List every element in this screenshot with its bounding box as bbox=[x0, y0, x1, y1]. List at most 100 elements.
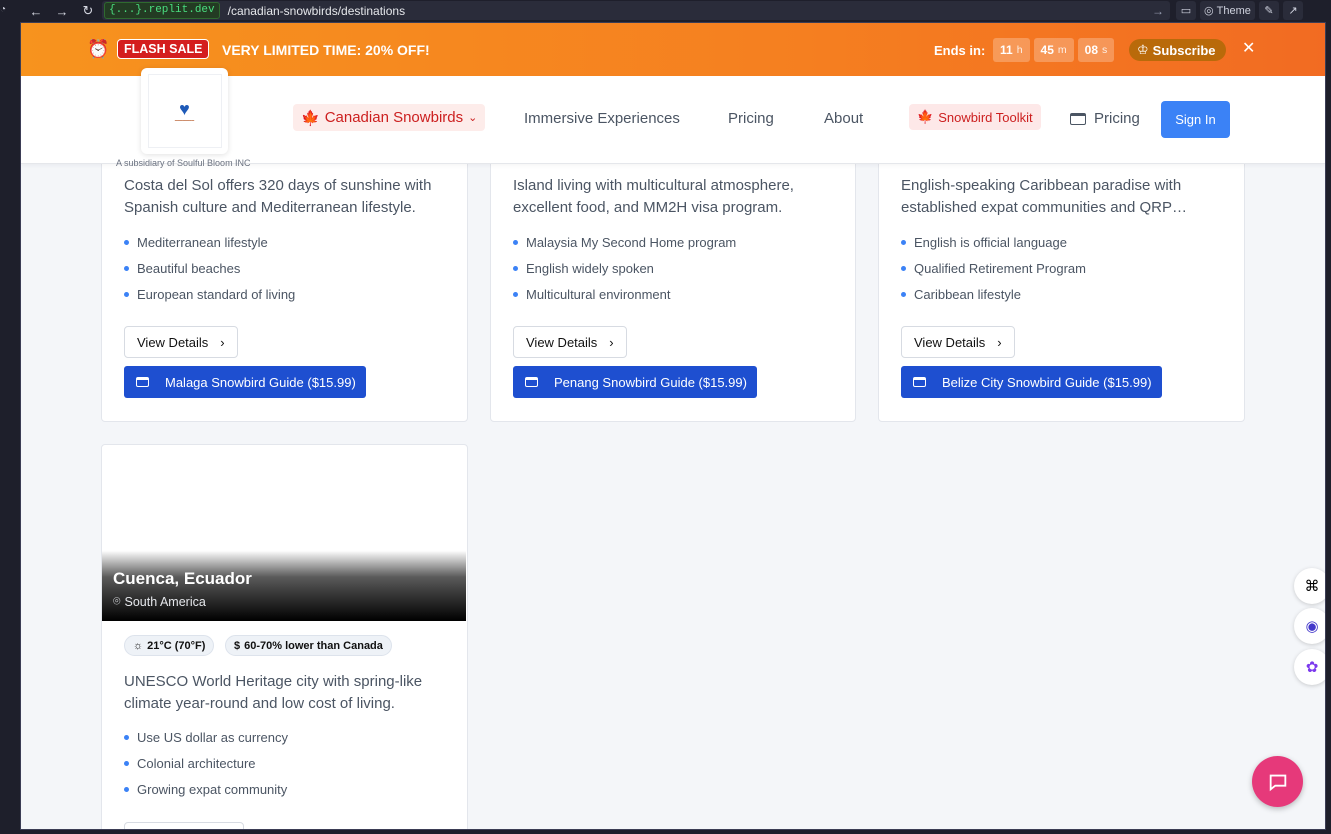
back-icon[interactable]: ← bbox=[28, 4, 44, 19]
temperature-label: 21°C (70°F) bbox=[147, 639, 206, 652]
chat-button[interactable] bbox=[1252, 756, 1303, 807]
logo-mark: ━━━━━━━━ bbox=[174, 117, 195, 123]
guide-purchase-button[interactable]: Belize City Snowbird Guide ($15.99) bbox=[901, 366, 1162, 398]
guide-purchase-button[interactable]: Penang Snowbird Guide ($15.99) bbox=[513, 366, 757, 398]
card-description: English-speaking Caribbean paradise with… bbox=[901, 177, 1187, 216]
list-item: Beautiful beaches bbox=[124, 256, 295, 282]
list-item: Colonial architecture bbox=[124, 751, 288, 777]
close-icon[interactable]: ✕ bbox=[1242, 38, 1255, 58]
subsidiary-text: A subsidiary of Soulful Bloom INC bbox=[116, 158, 251, 168]
browser-nav: ← → ↻ bbox=[0, 3, 96, 19]
flash-sale-badge: FLASH SALE bbox=[117, 39, 210, 59]
chevron-right-icon: › bbox=[609, 334, 614, 350]
guide-button-label: Malaga Snowbird Guide ($15.99) bbox=[165, 374, 356, 390]
minutes-unit: m bbox=[1057, 44, 1067, 56]
list-item: European standard of living bbox=[124, 281, 295, 307]
seconds-unit: s bbox=[1102, 44, 1108, 56]
nav-canadian-snowbirds-label: Canadian Snowbirds bbox=[324, 109, 464, 126]
list-item: Growing expat community bbox=[124, 776, 288, 802]
browser-actions: ▭ ◎ Theme ✎ ↗ bbox=[1176, 1, 1303, 20]
nav-pricing-secondary-label: Pricing bbox=[1094, 110, 1140, 127]
feature-list: Use US dollar as currency Colonial archi… bbox=[124, 725, 288, 802]
command-icon[interactable]: ⌘ bbox=[1294, 568, 1325, 604]
nav-canadian-snowbirds[interactable]: 🍁 Canadian Snowbirds ⌄ bbox=[293, 104, 486, 131]
destination-card-penang: Island living with multicultural atmosph… bbox=[490, 143, 856, 422]
credit-card-icon bbox=[913, 377, 926, 387]
left-sidebar-strip bbox=[0, 22, 20, 834]
view-details-button[interactable]: View Details › bbox=[901, 326, 1015, 358]
list-item: Qualified Retirement Program bbox=[901, 256, 1086, 282]
chevron-down-icon: ⌄ bbox=[468, 112, 478, 124]
nav-pricing[interactable]: Pricing bbox=[728, 110, 774, 127]
nav-toolkit-label: Snowbird Toolkit bbox=[938, 109, 1033, 125]
view-details-label: View Details bbox=[526, 334, 598, 350]
forward-icon[interactable]: → bbox=[54, 4, 70, 19]
assistant-icon[interactable]: ◉ bbox=[1294, 608, 1325, 644]
destination-card-cuenca: Cuenca, Ecuador ⌾ South America ☼ 21°C (… bbox=[101, 444, 468, 829]
theme-button[interactable]: ◎ Theme bbox=[1200, 1, 1255, 20]
view-details-button[interactable]: View Details › bbox=[513, 326, 627, 358]
cost-chip: $ 60-70% lower than Canada bbox=[225, 635, 392, 656]
browser-toolbar: ◔ ← → ↻ {...}.replit.dev /canadian-snowb… bbox=[0, 0, 1331, 22]
list-item: Multicultural environment bbox=[513, 281, 736, 307]
heart-icon: ♥ bbox=[179, 98, 190, 119]
guide-purchase-button[interactable]: Malaga Snowbird Guide ($15.99) bbox=[124, 366, 366, 398]
nav-about[interactable]: About bbox=[824, 110, 863, 127]
cost-label: 60-70% lower than Canada bbox=[244, 639, 383, 652]
credit-card-icon bbox=[136, 377, 149, 387]
external-link-icon[interactable]: ↗ bbox=[1282, 1, 1303, 20]
page-viewport: ⏰ FLASH SALE VERY LIMITED TIME: 20% OFF!… bbox=[20, 22, 1326, 830]
logo[interactable]: ♥ ━━━━━━━━ bbox=[141, 68, 228, 154]
chevron-right-icon: › bbox=[220, 334, 225, 350]
canada-flag-icon: 🍁 bbox=[917, 109, 934, 124]
url-bar[interactable]: {...}.replit.dev /canadian-snowbirds/des… bbox=[102, 1, 1170, 20]
destination-card-belize: English-speaking Caribbean paradise with… bbox=[878, 143, 1245, 422]
chevron-right-icon: › bbox=[997, 334, 1002, 350]
hours-value: 11 bbox=[1000, 43, 1013, 57]
chat-bubble-icon bbox=[1269, 774, 1286, 791]
countdown-hours: 11 h bbox=[993, 38, 1030, 62]
alarm-clock-icon: ⏰ bbox=[87, 39, 110, 59]
arrow-right-icon[interactable]: → bbox=[1152, 4, 1164, 18]
list-item: English widely spoken bbox=[513, 256, 736, 282]
minutes-value: 45 bbox=[1040, 43, 1054, 57]
region-label: South America bbox=[124, 594, 206, 609]
wrench-icon[interactable]: ✎ bbox=[1258, 1, 1279, 20]
logo-image: ♥ ━━━━━━━━ bbox=[147, 74, 222, 148]
credit-card-icon bbox=[1070, 112, 1086, 125]
feature-list: Malaysia My Second Home program English … bbox=[513, 230, 736, 307]
countdown-timer: 11 h 45 m 08 s bbox=[993, 38, 1115, 62]
nav-snowbird-toolkit[interactable]: 🍁 Snowbird Toolkit bbox=[909, 104, 1041, 130]
view-details-label: View Details bbox=[137, 334, 209, 350]
list-item: Malaysia My Second Home program bbox=[513, 230, 736, 256]
subscribe-button[interactable]: ♔ Subscribe bbox=[1129, 39, 1226, 61]
subscribe-label: Subscribe bbox=[1152, 42, 1216, 58]
guide-button-label: Penang Snowbird Guide ($15.99) bbox=[554, 374, 747, 390]
view-details-label: View Details bbox=[914, 334, 986, 350]
feature-list: English is official language Qualified R… bbox=[901, 230, 1086, 307]
destination-card-malaga: Costa del Sol offers 320 days of sunshin… bbox=[101, 143, 468, 422]
map-pin-icon: ⌾ bbox=[113, 594, 121, 608]
view-details-button[interactable]: View Details › bbox=[124, 326, 238, 358]
main-nav: 🍁 Canadian Snowbirds ⌄ Immersive Experie… bbox=[293, 104, 863, 131]
reload-icon[interactable]: ↻ bbox=[80, 3, 96, 19]
destination-region: ⌾ South America bbox=[113, 594, 206, 609]
crown-icon: ♔ bbox=[1137, 42, 1149, 57]
devtools-icon[interactable]: ▭ bbox=[1176, 1, 1196, 20]
maple-leaf-icon: 🍁 bbox=[301, 109, 320, 127]
sign-in-button[interactable]: Sign In bbox=[1161, 101, 1230, 138]
feature-list: Mediterranean lifestyle Beautiful beache… bbox=[124, 230, 295, 307]
brain-icon[interactable]: ✿ bbox=[1294, 649, 1325, 685]
list-item: English is official language bbox=[901, 230, 1086, 256]
destination-title: Cuenca, Ecuador bbox=[113, 569, 252, 588]
nav-immersive-experiences[interactable]: Immersive Experiences bbox=[524, 110, 680, 127]
list-item: Mediterranean lifestyle bbox=[124, 230, 295, 256]
palette-icon: ◎ bbox=[1204, 5, 1214, 17]
flash-sale-message: VERY LIMITED TIME: 20% OFF! bbox=[222, 42, 430, 58]
url-host: {...}.replit.dev bbox=[104, 2, 220, 19]
view-details-button[interactable] bbox=[124, 822, 244, 829]
nav-pricing-secondary[interactable]: Pricing bbox=[1070, 110, 1140, 127]
card-description: UNESCO World Heritage city with spring-l… bbox=[124, 673, 423, 712]
list-item: Use US dollar as currency bbox=[124, 725, 288, 751]
site-header: ♥ ━━━━━━━━ A subsidiary of Soulful Bloom… bbox=[21, 68, 1325, 168]
